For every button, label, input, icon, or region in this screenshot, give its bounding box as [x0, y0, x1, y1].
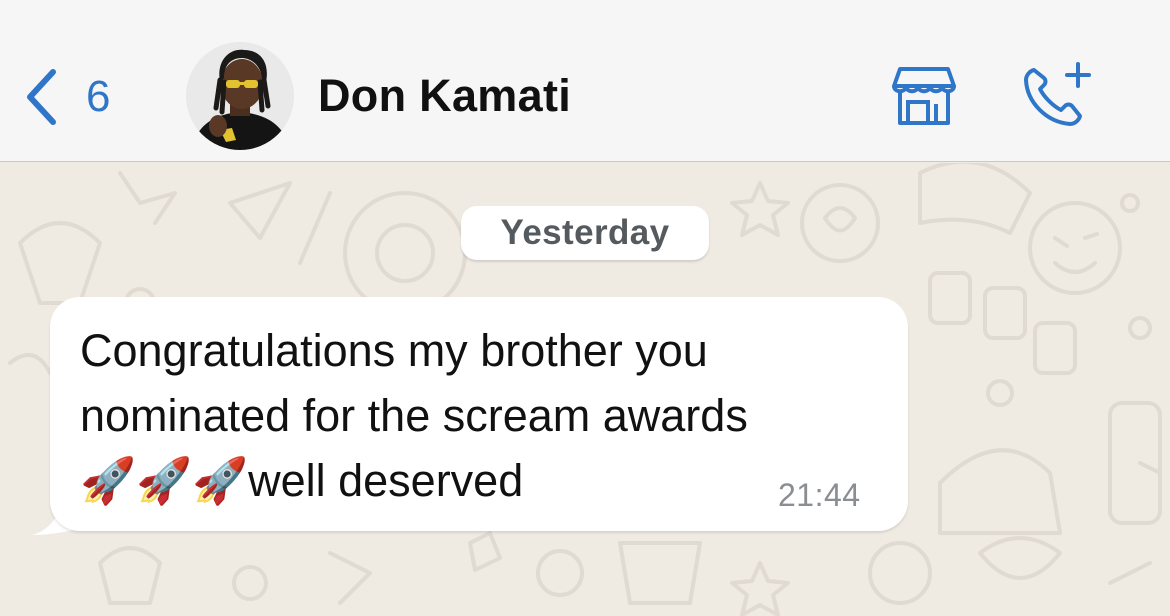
avatar-image — [186, 42, 294, 150]
contact-name[interactable]: Don Kamati — [318, 70, 571, 122]
chevron-left-icon — [27, 69, 56, 125]
message-line: nominated for the scream awards — [80, 390, 748, 441]
back-button[interactable]: 6 — [22, 62, 110, 132]
chat-area[interactable]: Yesterday Congratulations my brother you… — [0, 163, 1170, 616]
message-timestamp: 21:44 — [778, 477, 861, 513]
add-call-icon — [1024, 62, 1091, 126]
storefront-button[interactable] — [884, 60, 964, 132]
unread-count: 6 — [86, 72, 111, 121]
message-text[interactable]: Congratulations my brother you nominated… — [80, 318, 870, 513]
avatar[interactable] — [186, 42, 294, 150]
date-separator: Yesterday — [461, 206, 709, 260]
chat-screen: 6 Don Kamati Yesterday Congratulations m… — [0, 0, 1170, 616]
message-line: 🚀🚀🚀well deserved — [80, 455, 524, 506]
storefront-icon — [892, 67, 956, 125]
chat-header: 6 Don Kamati — [0, 0, 1170, 162]
add-call-button[interactable] — [1016, 60, 1096, 132]
message-line: Congratulations my brother you — [80, 325, 708, 376]
